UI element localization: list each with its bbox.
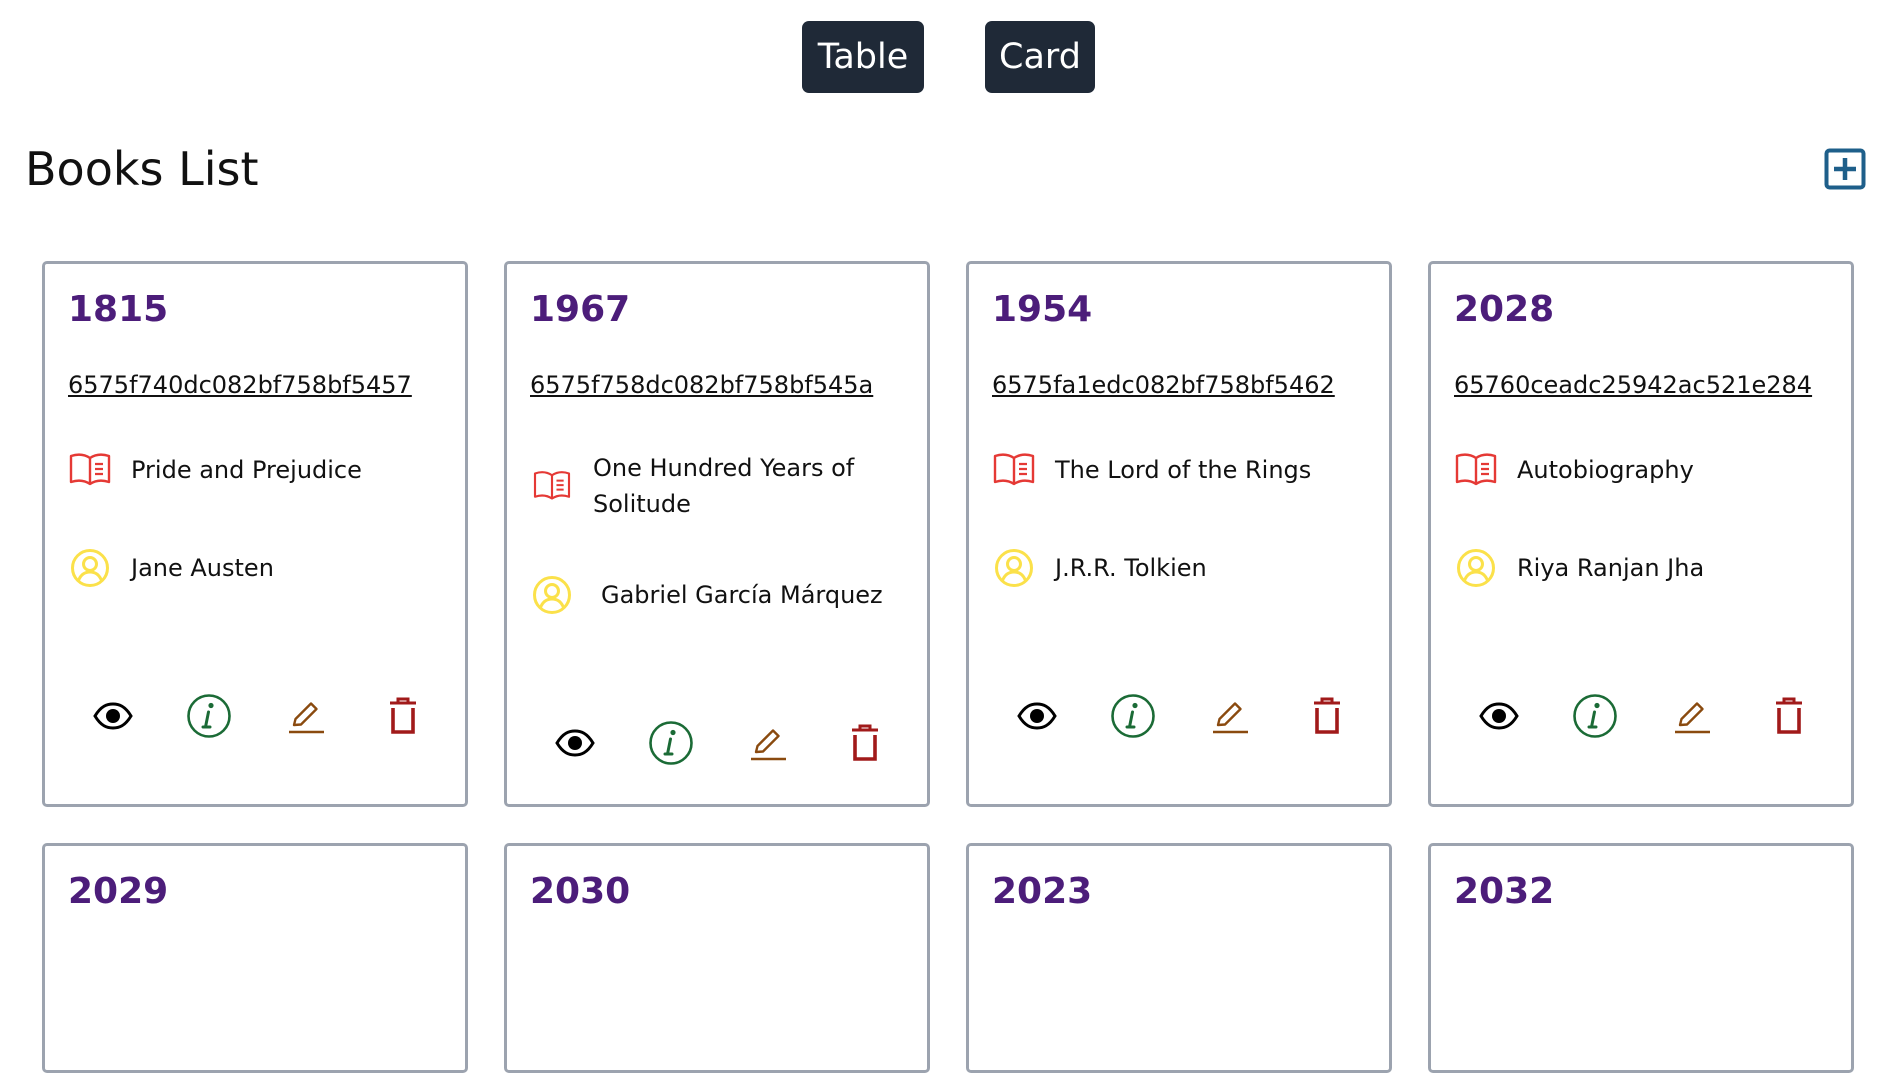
book-title-row: One Hundred Years of Solitude (530, 450, 910, 522)
info-button[interactable] (643, 715, 699, 771)
book-year: 1815 (68, 289, 169, 330)
book-title-row: Pride and Prejudice (68, 448, 448, 492)
book-open-icon (992, 448, 1036, 492)
book-card: 1815 6575f740dc082bf758bf5457 Pride and … (42, 261, 468, 807)
book-title: The Lord of the Rings (1055, 456, 1312, 484)
book-actions (1009, 688, 1389, 744)
view-button[interactable] (1471, 688, 1527, 744)
eye-icon (93, 702, 133, 730)
eye-icon (555, 729, 595, 757)
book-author: J.R.R. Tolkien (1055, 554, 1207, 582)
book-open-icon (68, 448, 112, 492)
info-button[interactable] (1567, 688, 1623, 744)
book-title-row: The Lord of the Rings (992, 448, 1372, 492)
book-id-link[interactable]: 65760ceadc25942ac521e284 (1454, 370, 1812, 400)
eye-icon (1479, 702, 1519, 730)
book-card: 1967 6575f758dc082bf758bf545a One Hundre… (504, 261, 930, 807)
trash-icon (852, 724, 878, 761)
view-toggle: Table Card (0, 21, 1884, 93)
view-button[interactable] (1009, 688, 1065, 744)
trash-icon (390, 697, 416, 734)
book-card: 2029 (42, 843, 468, 1073)
book-id-link[interactable]: 6575f740dc082bf758bf5457 (68, 370, 412, 400)
book-author-row: J.R.R. Tolkien (992, 546, 1372, 590)
book-year: 2028 (1454, 289, 1555, 330)
edit-button[interactable] (278, 688, 334, 744)
delete-button[interactable] (375, 688, 431, 744)
info-circle-icon (187, 694, 231, 738)
book-year: 2029 (68, 871, 169, 912)
book-year: 2023 (992, 871, 1093, 912)
book-card: 2032 (1428, 843, 1854, 1073)
pencil-icon (751, 729, 786, 761)
plus-square-icon (1824, 148, 1866, 190)
view-button[interactable] (547, 715, 603, 771)
book-title: One Hundred Years of Solitude (593, 454, 855, 518)
delete-button[interactable] (1299, 688, 1355, 744)
book-title: Autobiography (1517, 456, 1694, 484)
book-title: Pride and Prejudice (131, 456, 362, 484)
edit-button[interactable] (1202, 688, 1258, 744)
trash-icon (1314, 697, 1340, 734)
book-author-row: Jane Austen (68, 546, 448, 590)
info-circle-icon (649, 721, 693, 765)
book-author: Riya Ranjan Jha (1517, 554, 1705, 582)
book-card: 1954 6575fa1edc082bf758bf5462 The Lord o… (966, 261, 1392, 807)
book-year: 1954 (992, 289, 1093, 330)
book-author-row: Riya Ranjan Jha (1454, 546, 1834, 590)
delete-button[interactable] (837, 715, 893, 771)
book-author: Jane Austen (131, 554, 274, 582)
add-book-button[interactable] (1824, 148, 1866, 190)
book-card: 2030 (504, 843, 930, 1073)
book-author: Gabriel García Márquez (601, 581, 883, 609)
books-card-grid: 1815 6575f740dc082bf758bf5457 Pride and … (42, 261, 1854, 1073)
book-actions (547, 715, 927, 771)
eye-icon (1017, 702, 1057, 730)
book-year: 2030 (530, 871, 631, 912)
card-view-button[interactable]: Card (985, 21, 1095, 93)
info-circle-icon (1111, 694, 1155, 738)
trash-icon (1776, 697, 1802, 734)
pencil-icon (289, 702, 324, 734)
book-author-row: Gabriel García Márquez (530, 573, 910, 617)
book-id-link[interactable]: 6575fa1edc082bf758bf5462 (992, 370, 1335, 400)
user-circle-icon (530, 573, 574, 617)
edit-button[interactable] (1664, 688, 1720, 744)
pencil-icon (1675, 702, 1710, 734)
book-year: 2032 (1454, 871, 1555, 912)
book-year: 1967 (530, 289, 631, 330)
book-title-row: Autobiography (1454, 448, 1834, 492)
view-button[interactable] (85, 688, 141, 744)
info-circle-icon (1573, 694, 1617, 738)
info-button[interactable] (1105, 688, 1161, 744)
delete-button[interactable] (1761, 688, 1817, 744)
info-button[interactable] (181, 688, 237, 744)
book-card: 2028 65760ceadc25942ac521e284 Autobiogra… (1428, 261, 1854, 807)
book-id-link[interactable]: 6575f758dc082bf758bf545a (530, 370, 873, 400)
table-view-button[interactable]: Table (802, 21, 924, 93)
book-open-icon (530, 464, 574, 508)
user-circle-icon (1454, 546, 1498, 590)
edit-button[interactable] (740, 715, 796, 771)
pencil-icon (1213, 702, 1248, 734)
user-circle-icon (68, 546, 112, 590)
user-circle-icon (992, 546, 1036, 590)
page-title: Books List (25, 142, 259, 196)
book-card: 2023 (966, 843, 1392, 1073)
book-actions (1471, 688, 1851, 744)
book-actions (85, 688, 465, 744)
book-open-icon (1454, 448, 1498, 492)
